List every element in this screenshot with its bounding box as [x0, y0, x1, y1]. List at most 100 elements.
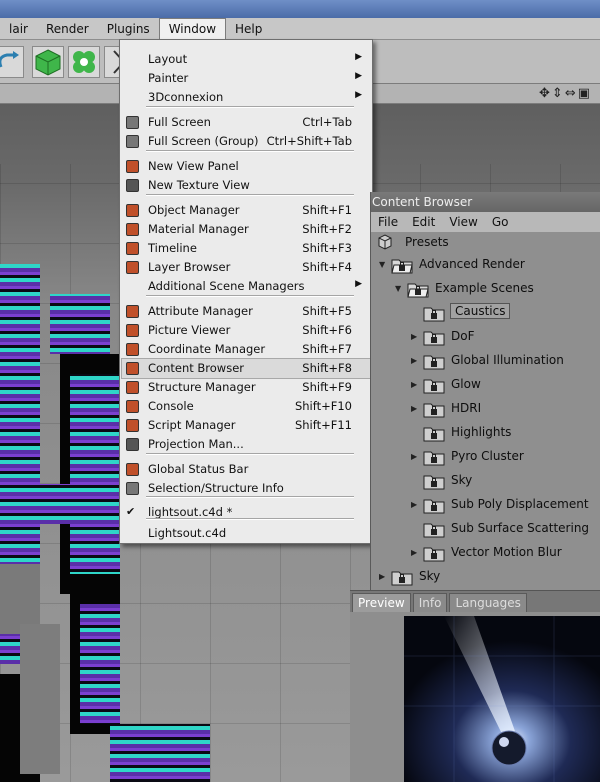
tree-item-vector-motion-blur[interactable]: ▶ Vector Motion Blur	[371, 542, 600, 564]
menu-item-timeline[interactable]: Timeline Shift+F3	[122, 239, 370, 258]
cube-tool-button[interactable]	[32, 46, 64, 78]
tree-item-label: Glow	[451, 377, 481, 391]
menu-item-3dconnexion[interactable]: 3Dconnexion ▶	[122, 88, 370, 107]
tab-languages[interactable]: Languages	[449, 593, 527, 612]
menu-item-layer-browser[interactable]: Layer Browser Shift+F4	[122, 258, 370, 277]
tree-item-highlights[interactable]: Highlights	[371, 422, 600, 444]
menu-item-shortcut: Shift+F8	[302, 361, 352, 375]
tree-item-advanced-render[interactable]: ▼ Advanced Render	[371, 254, 600, 276]
menu-item-console[interactable]: Console Shift+F10	[122, 397, 370, 416]
menu-item-label: Structure Manager	[148, 380, 256, 394]
menu-render[interactable]: Render	[37, 18, 98, 40]
tree-item-label: Global Illumination	[451, 353, 564, 367]
cb-menu-view[interactable]: View	[442, 215, 484, 229]
projection-man-icon	[126, 438, 139, 451]
menu-window[interactable]: Window	[158, 17, 227, 40]
folder-icon	[423, 544, 445, 562]
tree-item-dof[interactable]: ▶ DoF	[371, 326, 600, 348]
menu-item-picture-viewer[interactable]: Picture Viewer Shift+F6	[122, 321, 370, 340]
menu-item-projection-man[interactable]: Projection Man...	[122, 435, 370, 454]
tree-item-global-illumination[interactable]: ▶ Global Illumination	[371, 350, 600, 372]
selection-info-icon	[126, 482, 139, 495]
menu-item-full-screen-group[interactable]: Full Screen (Group) Ctrl+Shift+Tab	[122, 132, 370, 151]
menu-item-new-texture-view[interactable]: New Texture View	[122, 176, 370, 195]
checkmark-icon: ✔	[126, 505, 136, 518]
menu-item-structure-manager[interactable]: Structure Manager Shift+F9	[122, 378, 370, 397]
menu-plugins[interactable]: Plugins	[98, 18, 159, 40]
expand-arrow-right-icon[interactable]: ▶	[379, 572, 389, 581]
menu-help[interactable]: Help	[226, 18, 271, 40]
tree-item-sky[interactable]: Sky	[371, 470, 600, 492]
content-browser-title: Content Browser	[371, 192, 600, 212]
menu-item-additional-scene-managers[interactable]: Additional Scene Managers ▶	[122, 277, 370, 296]
tree-item-sub-surface-scattering[interactable]: Sub Surface Scattering	[371, 518, 600, 540]
expand-arrow-down-icon[interactable]: ▼	[379, 260, 389, 269]
tab-preview[interactable]: Preview	[352, 593, 411, 612]
viewport-nav-icons[interactable]: ✥⇕⇔▣	[539, 86, 592, 101]
expand-arrow-right-icon[interactable]: ▶	[411, 500, 421, 509]
tree-item-pyro-cluster[interactable]: ▶ Pyro Cluster	[371, 446, 600, 468]
expand-arrow-down-icon[interactable]: ▼	[395, 284, 405, 293]
cube-icon	[35, 49, 61, 76]
menu-hair[interactable]: lair	[0, 18, 37, 40]
tree-item-hdri[interactable]: ▶ HDRI	[371, 398, 600, 420]
tree-item-example-scenes[interactable]: ▼ Example Scenes	[371, 278, 600, 300]
menu-item-shortcut: Shift+F4	[302, 260, 352, 274]
tree-item-caustics[interactable]: Caustics	[371, 302, 600, 324]
tree-item-glow[interactable]: ▶ Glow	[371, 374, 600, 396]
menu-separator	[146, 453, 354, 455]
menu-item-shortcut: Shift+F10	[294, 399, 352, 413]
folder-icon	[391, 256, 413, 274]
menu-item-full-screen[interactable]: Full Screen Ctrl+Tab	[122, 113, 370, 132]
tree-item-presets[interactable]: Presets	[371, 232, 600, 254]
menu-item-content-browser[interactable]: Content Browser Shift+F8	[121, 358, 371, 379]
menu-item-global-status-bar[interactable]: Global Status Bar	[122, 460, 370, 479]
menu-item-shortcut: Ctrl+Tab	[302, 115, 352, 129]
menu-item-material-manager[interactable]: Material Manager Shift+F2	[122, 220, 370, 239]
cb-menu-go[interactable]: Go	[485, 215, 516, 229]
cb-menu-edit[interactable]: Edit	[405, 215, 442, 229]
expand-arrow-right-icon[interactable]: ▶	[411, 404, 421, 413]
menu-item-shortcut: Shift+F3	[302, 241, 352, 255]
menu-item-attribute-manager[interactable]: Attribute Manager Shift+F5	[122, 302, 370, 321]
menu-item-label: Attribute Manager	[148, 304, 253, 318]
menu-item-label: Lightsout.c4d	[148, 526, 227, 540]
tree-item-label: Vector Motion Blur	[451, 545, 562, 559]
menu-separator	[146, 194, 354, 196]
rotate-tool-button[interactable]	[0, 46, 24, 78]
menu-item-new-view-panel[interactable]: New View Panel	[122, 157, 370, 176]
folder-icon	[423, 472, 445, 490]
folder-icon	[407, 280, 429, 298]
layer-browser-icon	[126, 261, 139, 274]
menu-item-shortcut: Shift+F2	[302, 222, 352, 236]
preview-panel	[350, 612, 600, 782]
expand-arrow-right-icon[interactable]: ▶	[411, 548, 421, 557]
folder-icon	[423, 304, 445, 322]
tree-item-sky[interactable]: ▶ Sky	[371, 566, 600, 588]
expand-arrow-right-icon[interactable]: ▶	[411, 332, 421, 341]
texture-view-icon	[126, 179, 139, 192]
expand-arrow-right-icon[interactable]: ▶	[411, 380, 421, 389]
cb-menu-file[interactable]: File	[371, 215, 405, 229]
menu-separator	[146, 518, 354, 520]
nurbs-tool-button[interactable]	[68, 46, 100, 78]
folder-icon	[423, 400, 445, 418]
expand-arrow-right-icon[interactable]: ▶	[411, 452, 421, 461]
menu-item-label: 3Dconnexion	[148, 90, 224, 104]
menu-item-shortcut: Ctrl+Shift+Tab	[266, 134, 352, 148]
folder-icon	[423, 376, 445, 394]
script-manager-icon	[126, 419, 139, 432]
menu-item-object-manager[interactable]: Object Manager Shift+F1	[122, 201, 370, 220]
status-bar-icon	[126, 463, 139, 476]
folder-icon	[423, 328, 445, 346]
menu-item-script-manager[interactable]: Script Manager Shift+F11	[122, 416, 370, 435]
menu-item-label: lightsout.c4d *	[148, 505, 233, 519]
tree-item-sub-poly-displacement[interactable]: ▶ Sub Poly Displacement	[371, 494, 600, 516]
tab-info[interactable]: Info	[412, 593, 448, 612]
menu-item-label: Global Status Bar	[148, 462, 249, 476]
menu-item-painter[interactable]: Painter ▶	[122, 69, 370, 88]
menu-item-layout[interactable]: Layout ▶	[122, 50, 370, 69]
menu-item-lightsout-c4d[interactable]: Lightsout.c4d	[122, 524, 370, 543]
expand-arrow-right-icon[interactable]: ▶	[411, 356, 421, 365]
menu-item-coordinate-manager[interactable]: Coordinate Manager Shift+F7	[122, 340, 370, 359]
